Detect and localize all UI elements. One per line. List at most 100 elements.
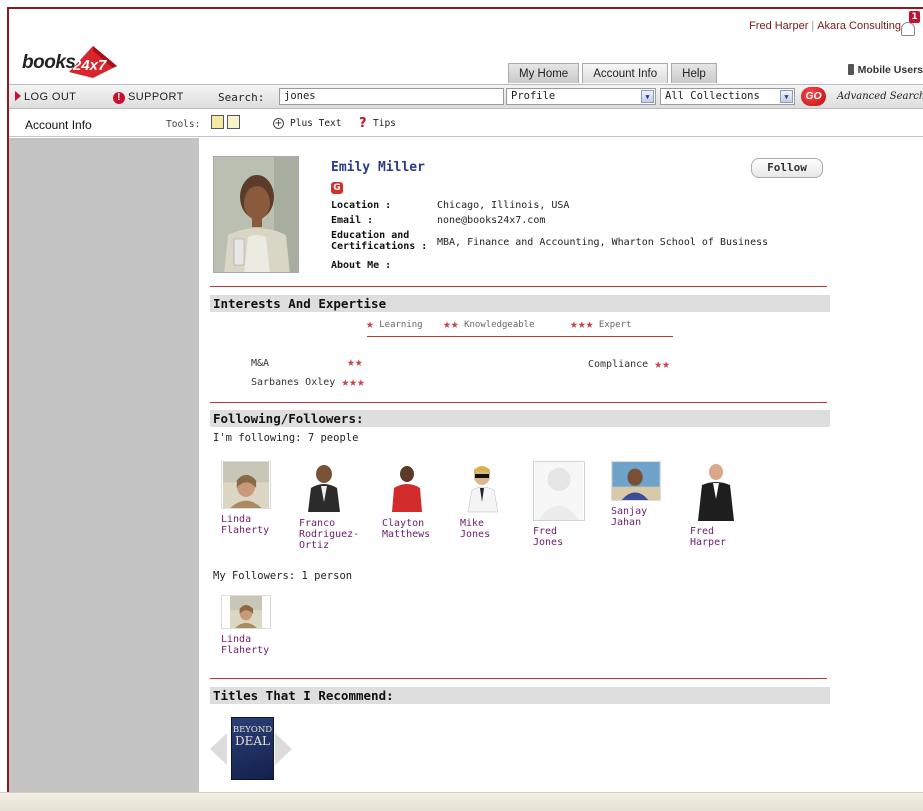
chevron-down-icon: ▼: [641, 90, 654, 103]
support-label: SUPPORT: [128, 91, 184, 103]
recommended-book-cover[interactable]: BEYOND DEAL: [231, 717, 274, 780]
logout-label: LOG OUT: [24, 91, 77, 103]
person-name: Matthews: [382, 529, 431, 540]
legend-knowledgeable: ★★ Knowledgeable: [443, 318, 535, 331]
following-person-sanjay-jahan[interactable]: Sanjay Jahan: [611, 461, 685, 528]
location-label: Location :: [331, 200, 392, 211]
star-icon: ★: [585, 317, 594, 332]
person-name: Flaherty: [221, 525, 270, 536]
email-value[interactable]: none@books24x7.com: [437, 215, 545, 226]
search-toolbar: LOG OUT ! SUPPORT Search: jones Profile ▼…: [9, 84, 923, 109]
copy-pages-icon[interactable]: [211, 115, 224, 129]
play-arrow-icon: [15, 91, 21, 101]
profile-name: Emily Miller: [331, 160, 425, 175]
go-button[interactable]: GO: [801, 87, 826, 106]
follower-linda-flaherty[interactable]: Linda Flaherty: [221, 595, 295, 656]
person-name: Linda: [221, 634, 252, 645]
avatar: [382, 462, 432, 512]
avatar-placeholder: [533, 461, 585, 521]
avatar: [221, 461, 271, 509]
status-bar: [0, 792, 923, 811]
following-count: 7 people: [307, 432, 359, 444]
google-icon[interactable]: G: [331, 182, 343, 194]
following-person-fred-harper[interactable]: Fred Harper: [690, 461, 764, 548]
search-type-select[interactable]: Profile ▼: [506, 88, 656, 105]
plus-text-link[interactable]: Plus Text: [290, 118, 341, 129]
following-person-fred-jones[interactable]: Fred Jones: [533, 461, 607, 548]
person-name: Fred: [533, 526, 558, 537]
star-icon: ★: [347, 355, 355, 370]
logo-badge-icon: 24x7: [69, 46, 117, 78]
avatar: [611, 461, 661, 501]
star-icon: ★: [450, 317, 459, 332]
section-header-bar: Account Info Tools: + Plus Text ? Tips: [9, 110, 923, 137]
avatar: [460, 462, 510, 513]
followers-label: My Followers:: [213, 570, 296, 582]
person-name: Mike: [460, 518, 485, 529]
person-name: Jahan: [611, 517, 642, 528]
following-label: I'm following:: [213, 432, 302, 444]
interests-heading: Interests And Expertise: [210, 295, 830, 312]
star-icon: ★: [356, 375, 365, 390]
tab-my-home[interactable]: My Home: [508, 63, 580, 83]
skill-sox: Sarbanes Oxley ★★★: [251, 376, 365, 389]
skill-compliance-name: Compliance: [588, 359, 649, 370]
star-icon: ★: [354, 355, 363, 370]
following-person-mike-jones[interactable]: Mike Jones: [460, 461, 534, 540]
legend-learning: ★ Learning: [366, 318, 423, 331]
separator: |: [811, 20, 815, 32]
divider: [210, 286, 827, 287]
follow-button[interactable]: Follow: [751, 158, 823, 178]
help-question-icon[interactable]: ?: [359, 116, 367, 131]
search-type-value: Profile: [511, 90, 556, 102]
star-icon: ★: [341, 375, 350, 390]
location-value: Chicago, Illinois, USA: [437, 200, 570, 211]
notes-icon[interactable]: [227, 115, 240, 129]
mobile-users-label: Mobile Users: [857, 64, 923, 76]
chevron-down-icon: ▼: [780, 90, 793, 103]
following-heading: Following/Followers:: [210, 410, 830, 427]
tab-account-info[interactable]: Account Info: [582, 63, 669, 83]
legend-expert: ★★★ Expert: [570, 318, 631, 331]
skill-ma: M&A: [251, 358, 269, 369]
logout-button[interactable]: LOG OUT: [15, 91, 76, 103]
advanced-search-link[interactable]: Advanced Search: [837, 91, 923, 102]
phone-icon: [847, 64, 854, 75]
star-icon: ★: [443, 317, 451, 332]
logo-badge-text: 24x7: [72, 57, 107, 74]
person-name: Franco: [299, 518, 336, 529]
person-name: Flaherty: [221, 645, 270, 656]
person-name: Sanjay: [611, 506, 648, 517]
organization-link[interactable]: Akara Consulting: [817, 20, 901, 32]
legend-learning-label: Learning: [379, 320, 423, 330]
collection-select[interactable]: All Collections ▼: [660, 88, 795, 105]
about-me-label: About Me :: [331, 260, 392, 271]
search-input[interactable]: jones: [279, 88, 504, 105]
tips-link[interactable]: Tips: [373, 118, 396, 129]
mobile-users-link[interactable]: Mobile Users: [847, 64, 923, 76]
following-person-franco-rodriguez-ortiz[interactable]: Franco Rodriguez- Ortiz: [299, 461, 373, 551]
avatar: [690, 461, 740, 521]
followers-summary: My Followers: 1 person: [213, 570, 352, 582]
tab-help[interactable]: Help: [671, 63, 717, 83]
avatar: [299, 462, 349, 512]
notification-badge[interactable]: 1: [909, 11, 920, 23]
following-person-linda-flaherty[interactable]: Linda Flaherty: [221, 461, 295, 536]
carousel-prev-icon[interactable]: [210, 733, 227, 765]
book-title-line2: DEAL: [234, 734, 270, 748]
user-name-link[interactable]: Fred Harper: [749, 20, 808, 32]
carousel-next-icon[interactable]: [275, 733, 292, 765]
user-profile-icon[interactable]: [901, 22, 915, 36]
skill-sox-name: Sarbanes Oxley: [251, 377, 336, 388]
legend-expert-label: Expert: [598, 320, 632, 330]
person-name: Clayton: [382, 518, 425, 529]
legend-divider: [367, 336, 673, 337]
plus-circle-icon[interactable]: +: [273, 118, 284, 129]
alert-icon: !: [113, 92, 125, 104]
support-button[interactable]: ! SUPPORT: [113, 91, 184, 104]
page-title: Account Info: [25, 118, 92, 132]
star-icon: ★: [654, 357, 663, 372]
person-name: Jones: [533, 537, 564, 548]
star-icon: ★: [577, 317, 586, 332]
following-person-clayton-matthews[interactable]: Clayton Matthews: [382, 461, 456, 540]
